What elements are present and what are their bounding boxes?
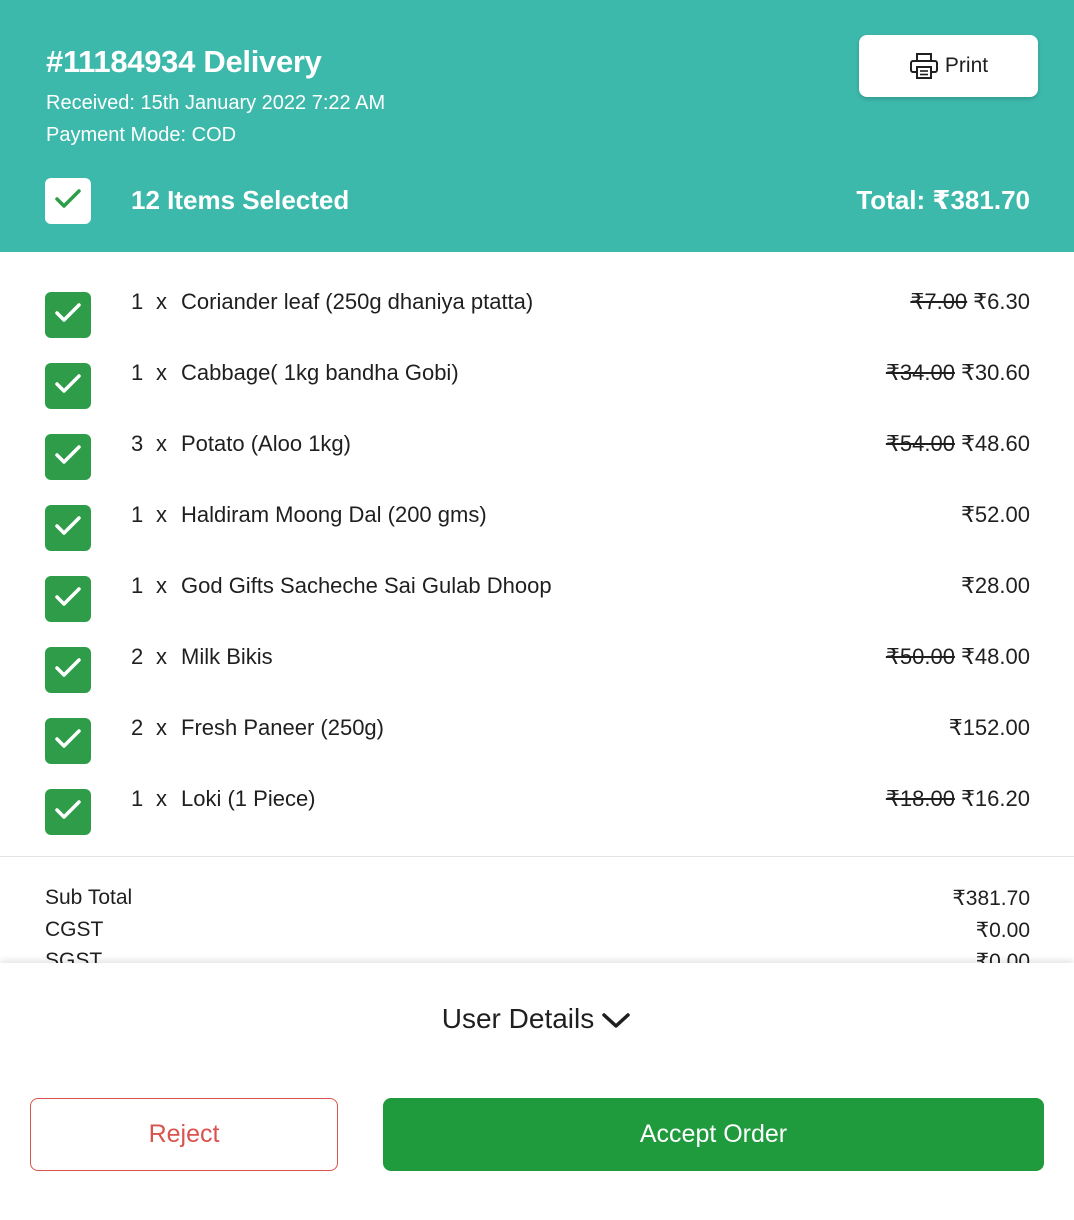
- item-checkbox[interactable]: [45, 789, 91, 835]
- item-quantity: 2: [131, 644, 144, 669]
- item-quantity: 1: [131, 289, 144, 314]
- subtotal-value: ₹381.70: [952, 887, 1030, 910]
- cgst-label: CGST: [45, 918, 104, 941]
- list-item: 1 x Haldiram Moong Dal (200 gms) ₹52.00: [0, 465, 1074, 551]
- item-final-price: ₹52.00: [960, 502, 1030, 527]
- checkmark-icon: [53, 187, 83, 216]
- accept-order-button[interactable]: Accept Order: [383, 1098, 1044, 1171]
- item-final-price: ₹6.30: [973, 289, 1030, 314]
- user-details-toggle[interactable]: User Details: [0, 1003, 1074, 1037]
- item-final-price: ₹48.00: [960, 644, 1030, 669]
- item-name: Haldiram Moong Dal (200 gms): [181, 502, 487, 527]
- list-item: 1 x Loki (1 Piece) ₹18.00 ₹16.20: [0, 749, 1074, 835]
- select-all-checkbox[interactable]: [45, 178, 91, 224]
- item-multiplier: x: [156, 360, 167, 385]
- list-item: 2 x Milk Bikis ₹50.00 ₹48.00: [0, 607, 1074, 693]
- item-price: ₹54.00 ₹48.60: [886, 431, 1030, 457]
- item-final-price: ₹30.60: [960, 360, 1030, 385]
- user-details-label: User Details: [441, 1003, 595, 1034]
- item-quantity: 1: [131, 360, 144, 385]
- item-multiplier: x: [156, 502, 167, 527]
- checkmark-icon: [53, 798, 83, 827]
- order-title: #11184934 Delivery: [46, 44, 322, 79]
- print-button[interactable]: Print: [859, 35, 1038, 97]
- item-original-price: ₹54.00: [885, 431, 955, 456]
- print-label: Print: [944, 54, 989, 77]
- item-multiplier: x: [156, 644, 167, 669]
- item-name: Cabbage( 1kg bandha Gobi): [181, 360, 459, 385]
- item-price: ₹7.00 ₹6.30: [910, 289, 1030, 315]
- chevron-down-icon: [600, 1005, 632, 1037]
- item-name: Fresh Paneer (250g): [181, 715, 384, 740]
- list-item: 1 x Cabbage( 1kg bandha Gobi) ₹34.00 ₹30.…: [0, 323, 1074, 409]
- item-quantity: 1: [131, 573, 144, 598]
- item-final-price: ₹152.00: [948, 715, 1030, 740]
- item-name: Coriander leaf (250g dhaniya ptatta): [181, 289, 534, 314]
- item-original-price: ₹50.00: [885, 644, 955, 669]
- items-selected-count: 12 Items Selected: [131, 185, 350, 215]
- printer-icon: [909, 52, 939, 80]
- sgst-value: ₹0.00: [975, 950, 1030, 963]
- item-multiplier: x: [156, 573, 167, 598]
- item-multiplier: x: [156, 431, 167, 456]
- cgst-value: ₹0.00: [975, 919, 1030, 942]
- item-name: Milk Bikis: [181, 644, 273, 669]
- action-panel: User Details Reject Accept Order: [0, 963, 1074, 1220]
- sgst-label: SGST: [45, 949, 103, 963]
- item-name: God Gifts Sacheche Sai Gulab Dhoop: [181, 573, 552, 598]
- item-multiplier: x: [156, 715, 167, 740]
- item-price: ₹52.00: [955, 502, 1030, 528]
- item-price: ₹50.00 ₹48.00: [886, 644, 1030, 670]
- reject-button[interactable]: Reject: [30, 1098, 338, 1171]
- list-item: 2 x Fresh Paneer (250g) ₹152.00: [0, 678, 1074, 764]
- item-price: ₹152.00: [943, 715, 1030, 741]
- item-price: ₹28.00: [955, 573, 1030, 599]
- item-original-price: ₹7.00: [910, 289, 968, 314]
- list-item: 1 x Coriander leaf (250g dhaniya ptatta)…: [0, 252, 1074, 338]
- item-quantity: 1: [131, 502, 144, 527]
- item-final-price: ₹16.20: [960, 786, 1030, 811]
- item-price: ₹18.00 ₹16.20: [886, 786, 1030, 812]
- payment-mode: Payment Mode: COD: [46, 124, 237, 146]
- received-time: Received: 15th January 2022 7:22 AM: [46, 92, 386, 114]
- item-quantity: 2: [131, 715, 144, 740]
- item-multiplier: x: [156, 786, 167, 811]
- subtotal-label: Sub Total: [45, 886, 133, 909]
- list-item: 3 x Potato (Aloo 1kg) ₹54.00 ₹48.60: [0, 394, 1074, 480]
- item-price: ₹34.00 ₹30.60: [886, 360, 1030, 386]
- item-final-price: ₹48.60: [960, 431, 1030, 456]
- item-final-price: ₹28.00: [960, 573, 1030, 598]
- bill-summary: Sub Total ₹381.70 CGST ₹0.00 SGST ₹0.00: [0, 857, 1074, 963]
- item-quantity: 3: [131, 431, 144, 456]
- item-original-price: ₹34.00: [885, 360, 955, 385]
- order-header: #11184934 Delivery Received: 15th Januar…: [0, 0, 1074, 252]
- item-original-price: ₹18.00: [885, 786, 955, 811]
- item-quantity: 1: [131, 786, 144, 811]
- item-multiplier: x: [156, 289, 167, 314]
- order-total: Total: ₹381.70: [856, 185, 1030, 215]
- item-name: Loki (1 Piece): [181, 786, 316, 811]
- list-item: 1 x God Gifts Sacheche Sai Gulab Dhoop ₹…: [0, 536, 1074, 622]
- item-name: Potato (Aloo 1kg): [181, 431, 351, 456]
